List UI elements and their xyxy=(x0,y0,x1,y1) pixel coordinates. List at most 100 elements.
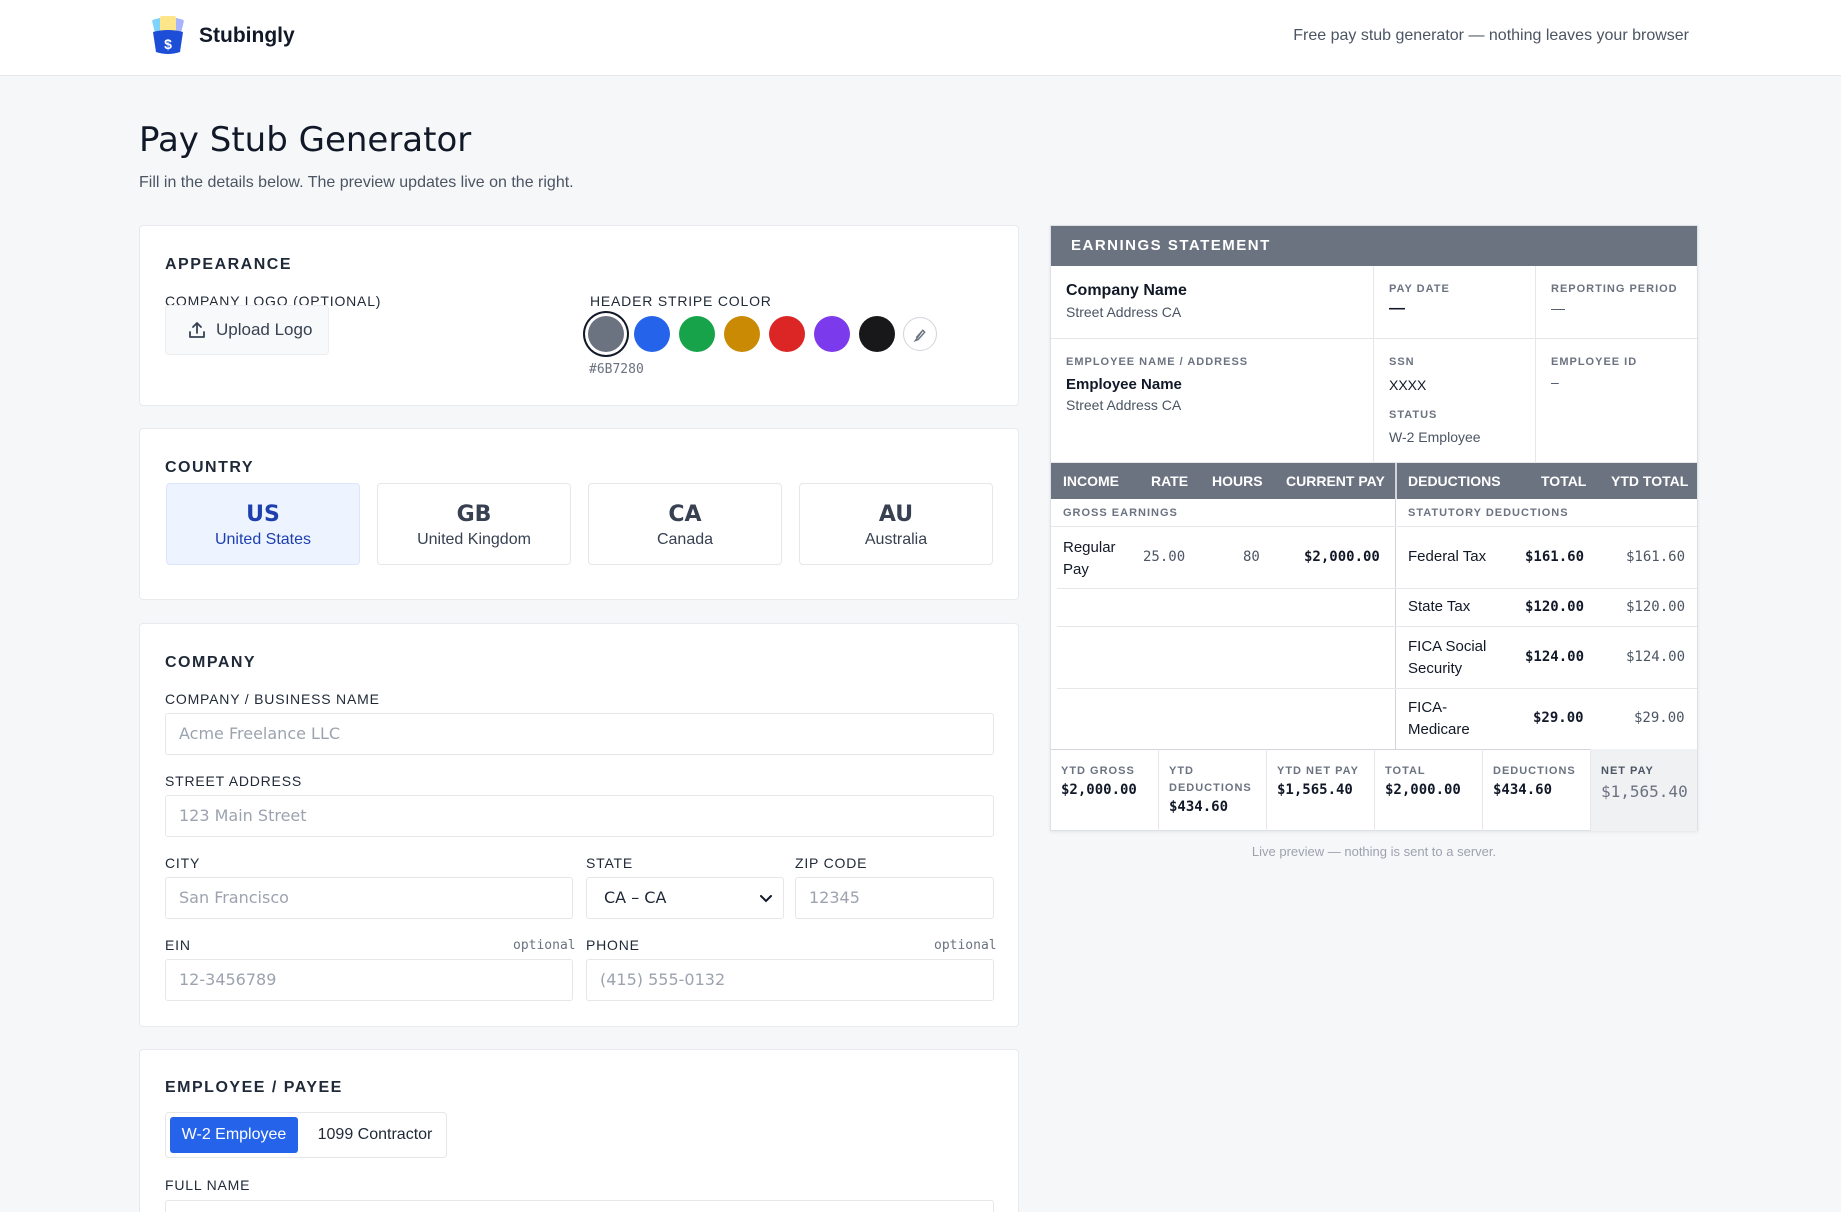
color-swatch[interactable] xyxy=(679,316,715,352)
gross-earnings-label: GROSS EARNINGS xyxy=(1063,507,1178,519)
deduction-name-line1: FICA- xyxy=(1408,699,1448,716)
deduction-name: FICA Social Security xyxy=(1408,636,1486,680)
country-card: COUNTRY US United States GB United Kingd… xyxy=(139,428,1019,600)
deduction-total: $29.00 xyxy=(1533,710,1584,726)
earning-current-pay: $2,000.00 xyxy=(1304,549,1380,565)
col-income: INCOME xyxy=(1063,473,1119,489)
state-label: STATE xyxy=(586,855,634,871)
brand-name[interactable]: Stubingly xyxy=(199,24,295,48)
color-swatch[interactable] xyxy=(769,316,805,352)
deduction-ytd: $120.00 xyxy=(1626,599,1686,615)
deduction-total: $124.00 xyxy=(1525,649,1585,665)
stubingly-logo-icon[interactable]: $ xyxy=(148,14,188,56)
statutory-deductions-label: STATUTORY DEDUCTIONS xyxy=(1408,507,1569,519)
deduction-name: Federal Tax xyxy=(1408,548,1487,565)
net-pay-value: $1,565.40 xyxy=(1601,782,1688,801)
state-select[interactable]: CA – CA xyxy=(586,877,784,919)
selected-hex-value: #6B7280 xyxy=(589,362,644,377)
full-name-input[interactable] xyxy=(165,1200,994,1212)
street-address-input[interactable]: 123 Main Street xyxy=(165,795,994,837)
preview-employee-address: Street Address CA xyxy=(1066,397,1182,413)
ein-input[interactable]: 12-3456789 xyxy=(165,959,573,1001)
1099-contractor-option[interactable]: 1099 Contractor xyxy=(310,1117,440,1153)
phone-label: PHONE xyxy=(586,937,640,953)
summary-deductions: DEDUCTIONS $434.60 xyxy=(1483,749,1591,831)
employee-type-toggle: W-2 Employee 1099 Contractor xyxy=(165,1112,447,1158)
section-title-employee: EMPLOYEE / PAYEE xyxy=(165,1079,343,1096)
summary-label: YTD DEDUCTIONS xyxy=(1169,765,1252,794)
employee-info-cell: EMPLOYEE NAME / ADDRESS Employee Name St… xyxy=(1051,339,1374,463)
color-swatch[interactable] xyxy=(814,316,850,352)
ein-optional-hint: optional xyxy=(513,938,576,953)
employee-id-label: EMPLOYEE ID xyxy=(1551,356,1638,368)
employee-name-address-label: EMPLOYEE NAME / ADDRESS xyxy=(1066,356,1249,368)
color-swatch[interactable] xyxy=(724,316,760,352)
country-name: United Kingdom xyxy=(417,531,531,548)
earning-name-line1: Regular xyxy=(1063,539,1116,556)
deduction-total: $120.00 xyxy=(1525,599,1585,615)
zip-code-input[interactable]: 12345 xyxy=(795,877,994,919)
color-swatch[interactable] xyxy=(859,316,895,352)
summary-value: $434.60 xyxy=(1493,782,1553,798)
pay-stub-preview: EARNINGS STATEMENT Company Name Street A… xyxy=(1050,225,1698,831)
zip-code-label: ZIP CODE xyxy=(795,855,868,871)
country-code: AU xyxy=(878,502,914,527)
earning-name: Regular Pay xyxy=(1063,537,1116,581)
section-title-company: COMPANY xyxy=(165,654,257,671)
country-name: Australia xyxy=(864,531,928,548)
state-select-value: CA – CA xyxy=(604,888,667,907)
pencil-icon xyxy=(913,329,926,342)
color-swatch[interactable] xyxy=(588,316,624,352)
company-info-cell: Company Name Street Address CA xyxy=(1051,266,1374,339)
custom-color-swatch[interactable] xyxy=(903,317,937,351)
row-divider xyxy=(1057,688,1697,689)
stub-table-header: INCOME RATE HOURS CURRENT PAY DEDUCTIONS… xyxy=(1051,463,1697,499)
color-swatch[interactable] xyxy=(634,316,670,352)
summary-value: $2,000.00 xyxy=(1385,782,1461,798)
country-option-ca[interactable]: CA Canada xyxy=(588,483,782,565)
summary-label: NET PAY xyxy=(1601,765,1654,777)
deduction-name: State Tax xyxy=(1408,598,1471,615)
stripe-color-label: HEADER STRIPE COLOR xyxy=(590,293,772,309)
street-address-label: STREET ADDRESS xyxy=(165,773,302,789)
summary-value: $2,000.00 xyxy=(1061,782,1137,798)
company-name-label: COMPANY / BUSINESS NAME xyxy=(165,691,380,707)
page-subtitle: Fill in the details below. The preview u… xyxy=(139,174,574,191)
country-code: GB xyxy=(456,502,492,527)
section-title-appearance: APPEARANCE xyxy=(165,256,293,273)
upload-logo-button[interactable]: Upload Logo xyxy=(165,305,329,355)
summary-ytd-gross: YTD GROSS $2,000.00 xyxy=(1051,749,1159,831)
summary-label: TOTAL xyxy=(1385,765,1426,777)
w2-employee-option[interactable]: W-2 Employee xyxy=(170,1117,298,1153)
summary-label: DEDUCTIONS xyxy=(1493,765,1576,777)
country-option-au[interactable]: AU Australia xyxy=(799,483,993,565)
deduction-name: FICA- Medicare xyxy=(1408,697,1470,741)
company-card: COMPANY COMPANY / BUSINESS NAME Acme Fre… xyxy=(139,623,1019,1027)
company-name-input[interactable]: Acme Freelance LLC xyxy=(165,713,994,755)
full-name-label: FULL NAME xyxy=(165,1177,251,1193)
pay-date-cell: PAY DATE — xyxy=(1374,266,1536,339)
col-total: TOTAL xyxy=(1541,473,1587,489)
country-option-gb[interactable]: GB United Kingdom xyxy=(377,483,571,565)
svg-text:$: $ xyxy=(164,36,172,52)
ein-label: EIN xyxy=(165,937,191,953)
city-input[interactable]: San Francisco xyxy=(165,877,573,919)
preview-header: EARNINGS STATEMENT xyxy=(1051,226,1697,266)
summary-ytd-net-pay: YTD NET PAY $1,565.40 xyxy=(1267,749,1375,831)
country-option-us[interactable]: US United States xyxy=(166,483,360,565)
upload-icon xyxy=(189,322,205,338)
deduction-name-line2: Security xyxy=(1408,660,1463,677)
page-title: Pay Stub Generator xyxy=(139,120,472,160)
phone-input[interactable]: (415) 555-0132 xyxy=(586,959,994,1001)
earning-rate: 25.00 xyxy=(1143,549,1186,565)
upload-logo-label: Upload Logo xyxy=(216,320,313,339)
table-divider xyxy=(1395,499,1396,749)
col-hours: HOURS xyxy=(1212,473,1263,489)
reporting-period-value: — xyxy=(1551,300,1565,316)
header-divider xyxy=(1395,463,1397,499)
earning-hours: 80 xyxy=(1243,549,1260,565)
summary-ytd-deductions: YTD DEDUCTIONS $434.60 xyxy=(1159,749,1267,831)
employee-id-value: – xyxy=(1551,374,1559,390)
tagline: Free pay stub generator — nothing leaves… xyxy=(1293,27,1689,44)
pay-date-label: PAY DATE xyxy=(1389,283,1450,295)
